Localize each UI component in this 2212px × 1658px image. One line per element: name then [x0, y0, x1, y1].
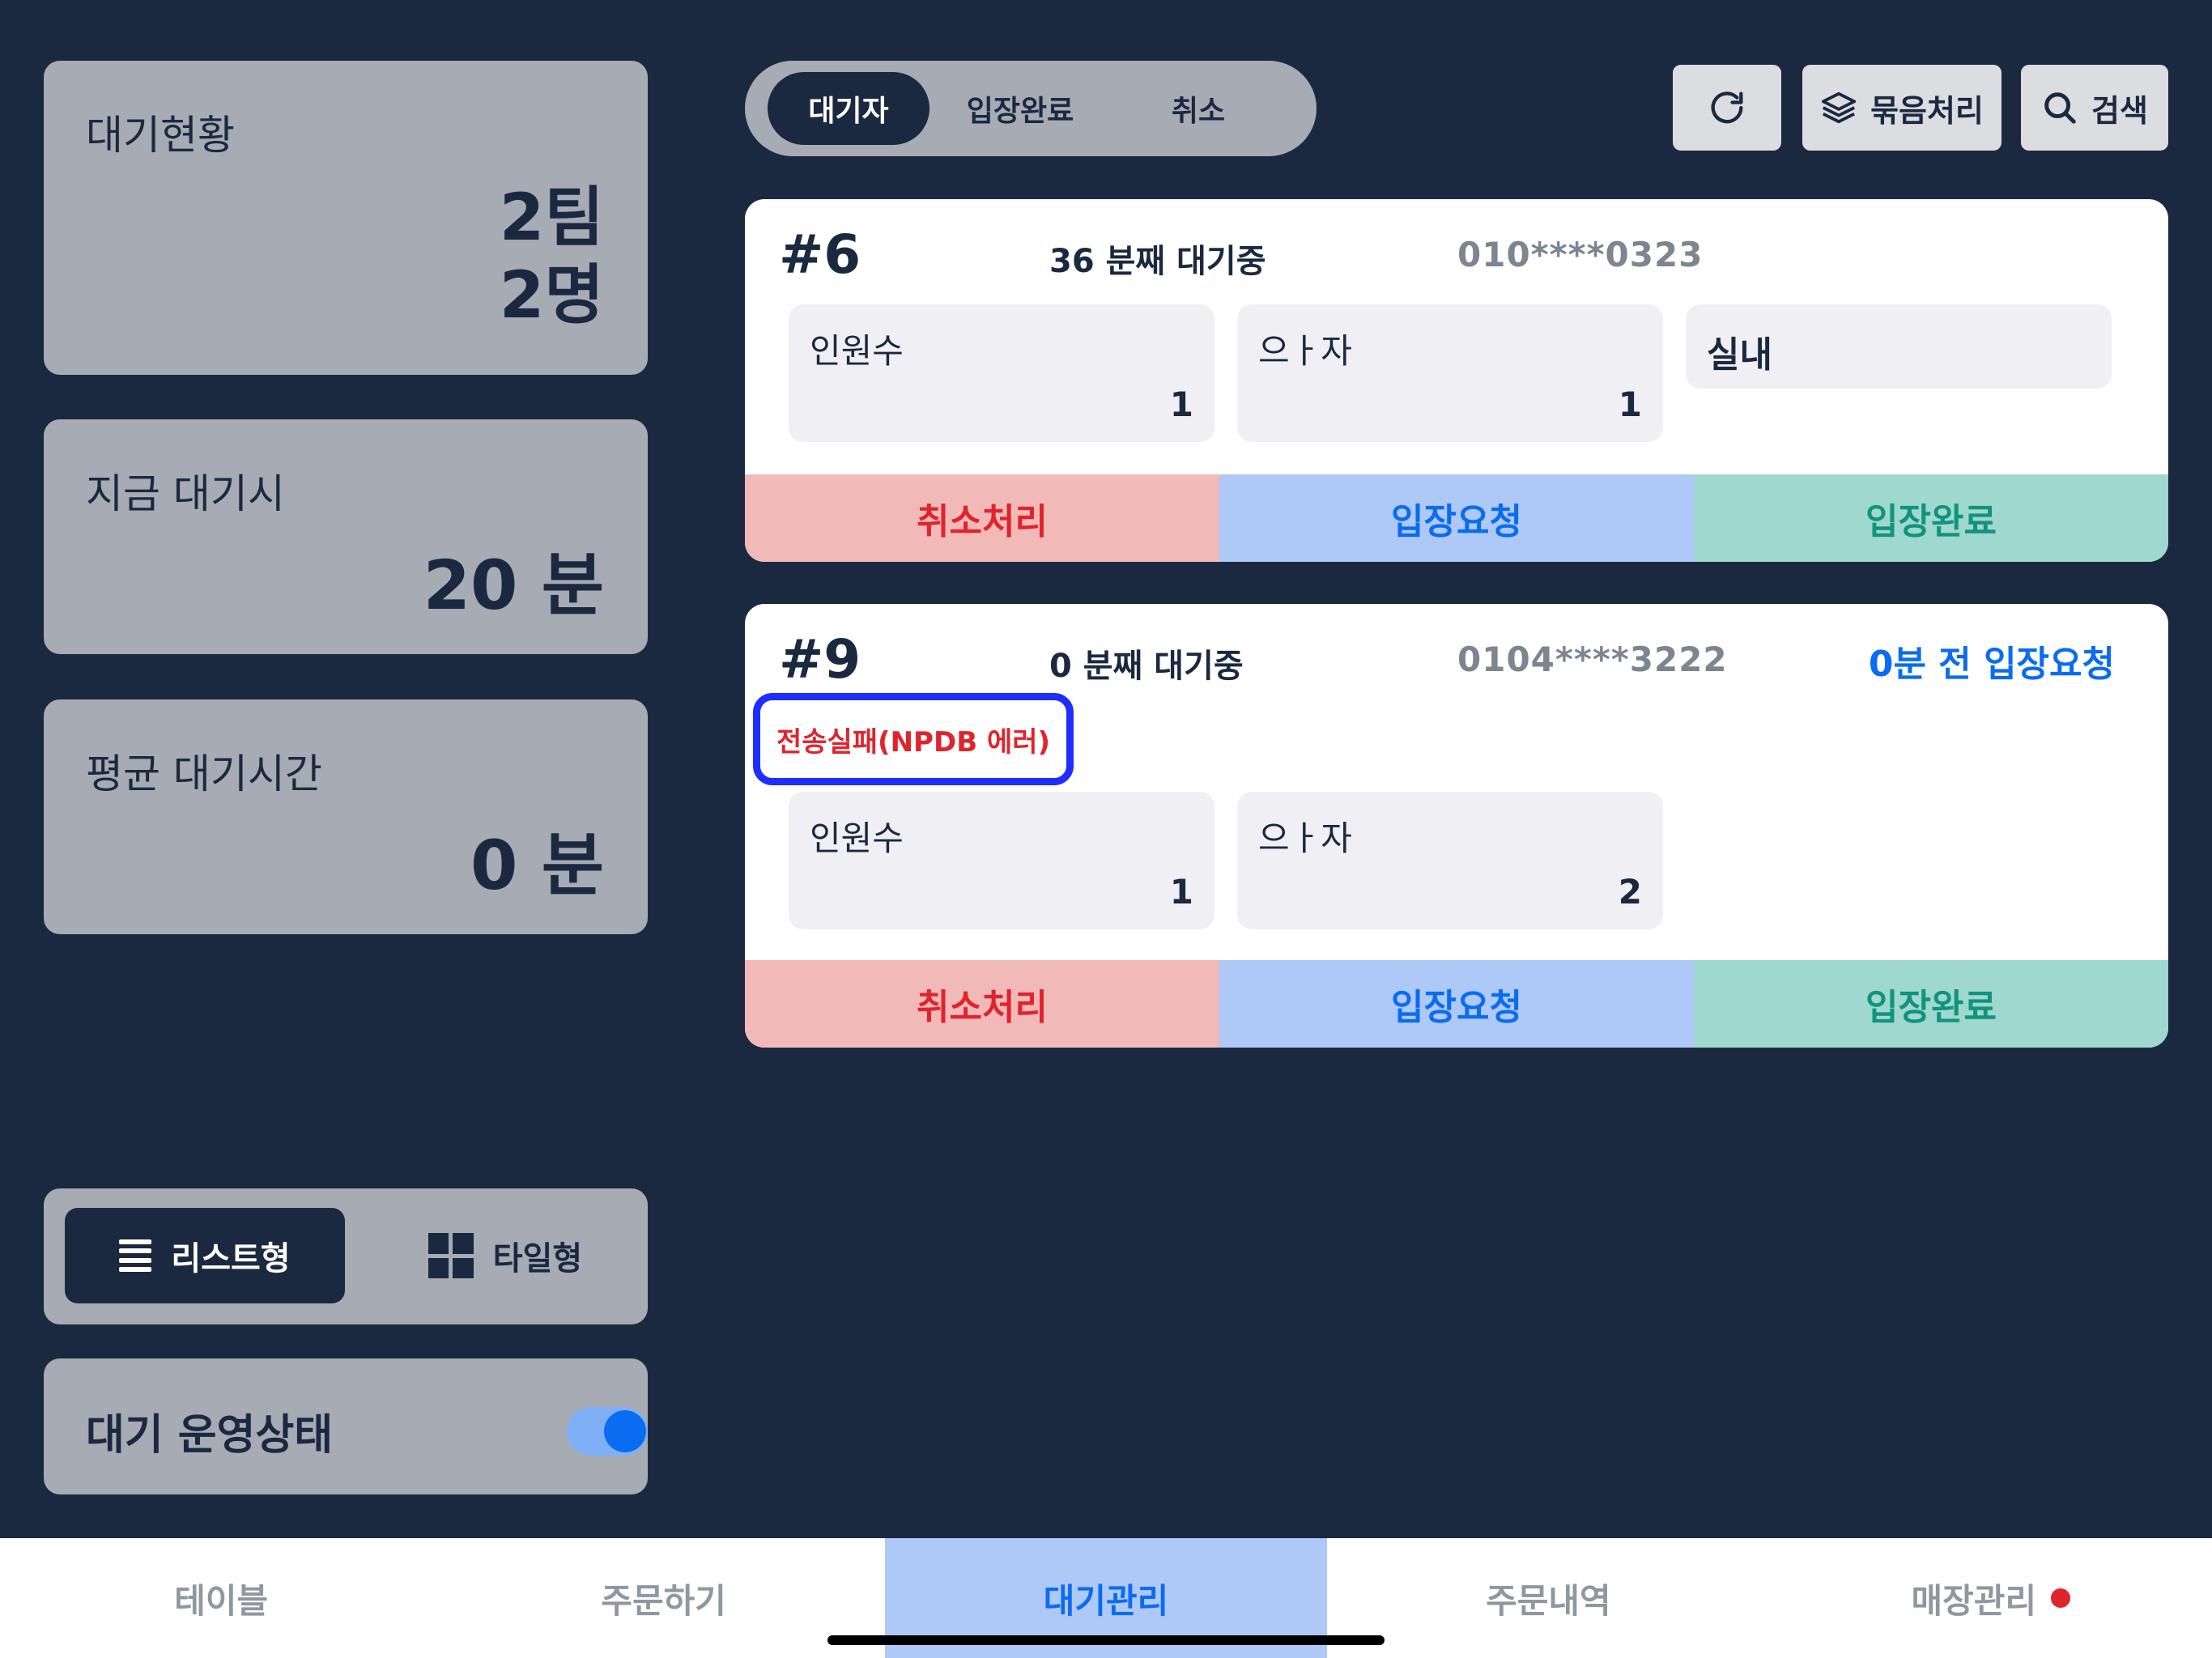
tab-store-management[interactable]: 매장관리	[1770, 1538, 2212, 1658]
layers-icon	[1821, 91, 1857, 124]
search-button[interactable]: 검색	[2021, 65, 2168, 151]
view-mode-toggle: 리스트형 타일형	[44, 1188, 648, 1324]
waiting-number: #6	[779, 223, 861, 286]
tile-view-button[interactable]: 타일형	[384, 1208, 627, 1303]
option-box: 으ㅏ자 1	[1237, 304, 1663, 442]
tab-store-management-label: 매장관리	[1911, 1580, 2037, 1621]
party-size-value: 1	[1169, 872, 1193, 912]
home-indicator	[827, 1635, 1385, 1645]
bundle-process-button[interactable]: 묶음처리	[1802, 65, 2001, 151]
waiting-actions: 취소처리 입장요청 입장완료	[745, 960, 2168, 1048]
bundle-process-label: 묶음처리	[1870, 92, 1984, 129]
entry-request-button[interactable]: 입장요청	[1219, 960, 1694, 1048]
entry-request-button[interactable]: 입장요청	[1219, 474, 1694, 562]
current-wait-title: 지금 대기시	[86, 470, 285, 517]
party-size-value: 1	[1169, 385, 1193, 424]
average-wait-value: 0 분	[470, 826, 604, 905]
waiting-actions: 취소처리 입장요청 입장완료	[745, 474, 2168, 562]
entry-complete-button[interactable]: 입장완료	[1694, 474, 2168, 562]
option-value: 2	[1618, 872, 1642, 912]
tab-order[interactable]: 주문하기	[442, 1538, 884, 1658]
waiting-duration: 0 분째 대기중	[1049, 648, 1244, 685]
waiting-status-value: 2팀 2명	[500, 179, 604, 334]
waiting-duration: 36 분째 대기중	[1049, 243, 1266, 280]
list-view-button[interactable]: 리스트형	[65, 1208, 345, 1303]
waiting-people: 2명	[499, 257, 604, 333]
seating-tag: 실내	[1686, 304, 2112, 389]
current-wait-value: 20 분	[423, 546, 604, 625]
tab-waiting[interactable]: 대기자	[768, 72, 929, 145]
party-size-label: 인원수	[810, 818, 904, 858]
entry-complete-button[interactable]: 입장완료	[1694, 960, 2168, 1048]
average-wait-title: 평균 대기시간	[86, 750, 322, 797]
cancel-button[interactable]: 취소처리	[745, 960, 1219, 1048]
search-label: 검색	[2091, 92, 2148, 129]
option-label: 으ㅏ자	[1258, 331, 1352, 371]
tab-order-history[interactable]: 주문내역	[1327, 1538, 1769, 1658]
option-value: 1	[1618, 385, 1642, 424]
tab-entered[interactable]: 입장완료	[939, 72, 1101, 145]
refresh-icon	[1711, 91, 1743, 124]
party-size-box: 인원수 1	[789, 792, 1214, 929]
send-error-badge: 전송실패(NPDB 에러)	[753, 693, 1074, 785]
waiting-number: #9	[779, 628, 861, 691]
phone-number: 010****0323	[1457, 235, 1704, 274]
operation-status-card: 대기 운영상태	[44, 1358, 648, 1494]
list-icon	[119, 1239, 152, 1272]
tab-table[interactable]: 테이블	[0, 1538, 442, 1658]
waiting-status-card: 대기현황 2팀 2명	[44, 61, 648, 375]
option-box: 으ㅏ자 2	[1237, 792, 1663, 929]
option-label: 으ㅏ자	[1258, 818, 1352, 858]
refresh-button[interactable]	[1673, 65, 1781, 151]
party-size-label: 인원수	[810, 331, 904, 371]
current-wait-card: 지금 대기시 20 분	[44, 419, 648, 654]
status-segment-control: 대기자 입장완료 취소	[745, 61, 1317, 156]
average-wait-card: 평균 대기시간 0 분	[44, 699, 648, 934]
tile-view-label: 타일형	[492, 1240, 583, 1278]
toggle-knob	[604, 1410, 646, 1452]
waiting-card[interactable]: #6 36 분째 대기중 010****0323 인원수 1 으ㅏ자 1 실내 …	[745, 199, 2168, 562]
grid-icon	[428, 1233, 474, 1278]
operation-status-toggle[interactable]	[567, 1407, 648, 1456]
phone-number: 0104****3222	[1457, 640, 1728, 679]
cancel-button[interactable]: 취소처리	[745, 474, 1219, 562]
waiting-card[interactable]: #9 0 분째 대기중 0104****3222 0분 전 입장요청 전송실패(…	[745, 604, 2168, 1048]
list-view-label: 리스트형	[171, 1240, 291, 1278]
waiting-status-title: 대기현황	[86, 112, 235, 159]
party-size-box: 인원수 1	[789, 304, 1214, 442]
notification-dot	[2051, 1588, 2071, 1608]
entry-request-status: 0분 전 입장요청	[1868, 644, 2115, 685]
operation-status-label: 대기 운영상태	[86, 1411, 334, 1460]
tab-cancelled[interactable]: 취소	[1117, 72, 1279, 145]
waiting-teams: 2팀	[499, 180, 604, 255]
seating-tag-label: 실내	[1707, 334, 1772, 376]
search-icon	[2044, 92, 2076, 124]
